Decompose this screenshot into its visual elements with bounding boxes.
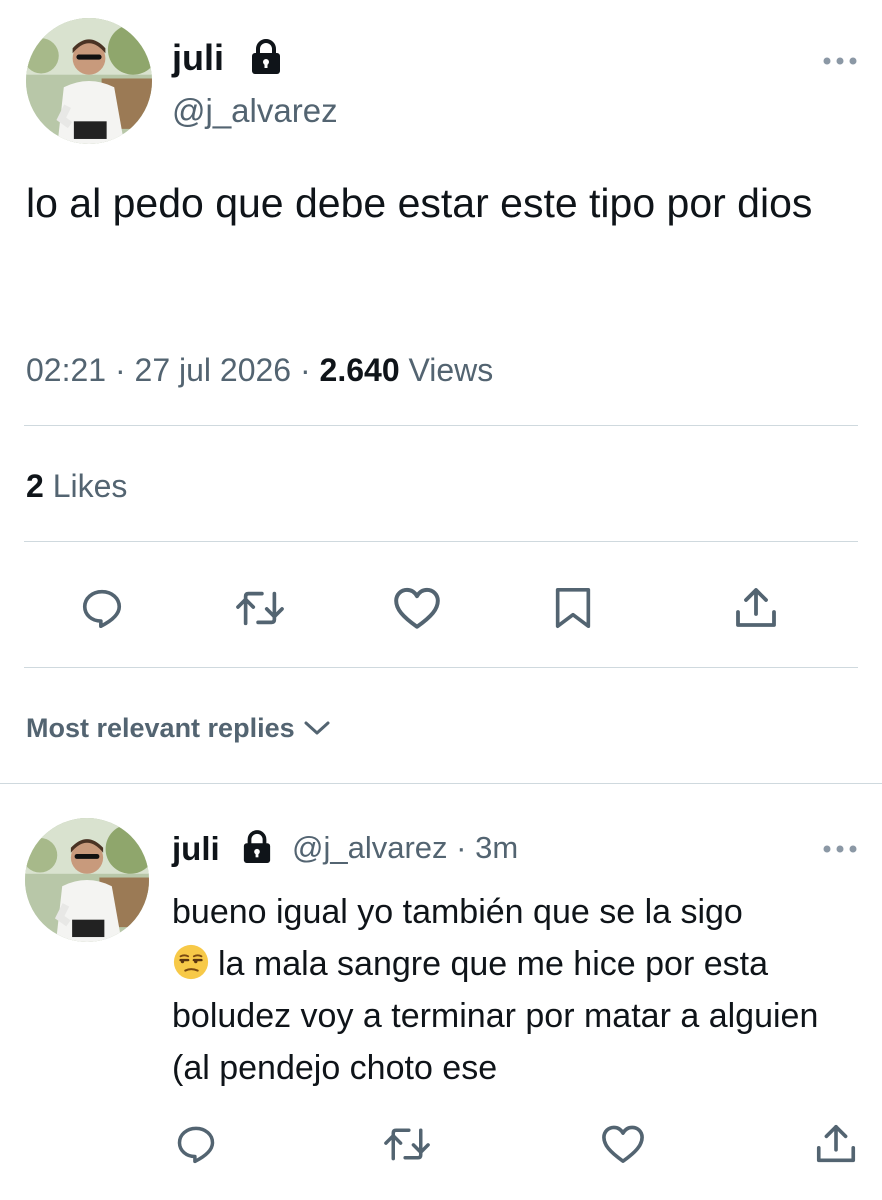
likes-count: 2 [26,468,44,504]
divider [24,425,858,426]
share-icon [736,588,776,627]
reply-reply-button[interactable] [172,1120,220,1168]
likes-stat[interactable]: 2 Likes [26,466,127,506]
meta-separator: · [447,830,476,865]
like-button[interactable] [390,582,444,634]
reply-author-handle[interactable]: @j_alvarez [292,830,448,865]
likes-label: Likes [52,468,128,504]
divider [0,783,882,784]
retweet-icon [384,1128,430,1161]
views-count: 2.640 [319,352,400,388]
bookmark-icon [555,587,591,629]
lock-icon [252,39,280,74]
bookmark-button[interactable] [548,582,598,634]
tweet-date[interactable]: 27 jul 2026 [135,352,292,388]
reply-icon [177,1126,215,1164]
reply-icon [82,589,122,629]
reply-time[interactable]: 3m [475,830,518,865]
replies-sort-label: Most relevant replies [26,713,295,743]
reply-text: bueno igual yo también que se la sigo la… [172,886,862,1094]
retweet-icon [236,591,284,626]
avatar-photo [25,818,149,942]
share-icon [816,1124,856,1163]
avatar-photo [26,18,152,144]
meta-separator: · [291,352,320,388]
divider [24,667,858,668]
replies-sort-button[interactable]: Most relevant replies [26,708,331,748]
reply-text-body: la mala sangre que me hice por esta bolu… [172,938,862,1094]
reply-button[interactable] [76,582,128,634]
views-label: Views [408,352,494,388]
lock-icon [243,830,271,863]
heart-icon [394,587,440,629]
reply-meta: @j_alvarez · 3m [292,832,518,863]
reply-text-line: bueno igual yo también que se la sigo [172,893,743,931]
tweet-time[interactable]: 02:21 [26,352,106,388]
reply-share-button[interactable] [812,1120,860,1168]
chevron-down-icon [304,721,330,735]
divider [24,541,858,542]
heart-icon [602,1125,644,1163]
reply-author-avatar[interactable] [25,818,149,942]
author-handle[interactable]: @j_alvarez [172,94,338,127]
reply-retweet-button[interactable] [380,1120,434,1168]
tweet-text: lo al pedo que debe estar este tipo por … [26,180,813,226]
share-button[interactable] [730,582,782,634]
reply-text-rest: la mala sangre que me hice por esta bolu… [172,945,819,1087]
reply-like-button[interactable] [598,1120,648,1168]
unamused-face-emoji [173,944,209,980]
reply-author-name[interactable]: juli [172,832,220,865]
more-horizontal-icon[interactable] [822,56,858,66]
tweet-meta: 02:21 · 27 jul 2026 · 2.640 Views [26,350,493,390]
author-avatar[interactable] [26,18,152,144]
more-horizontal-icon[interactable] [822,844,858,854]
author-name[interactable]: juli [172,40,224,76]
meta-separator: · [106,352,135,388]
retweet-button[interactable] [232,582,288,634]
